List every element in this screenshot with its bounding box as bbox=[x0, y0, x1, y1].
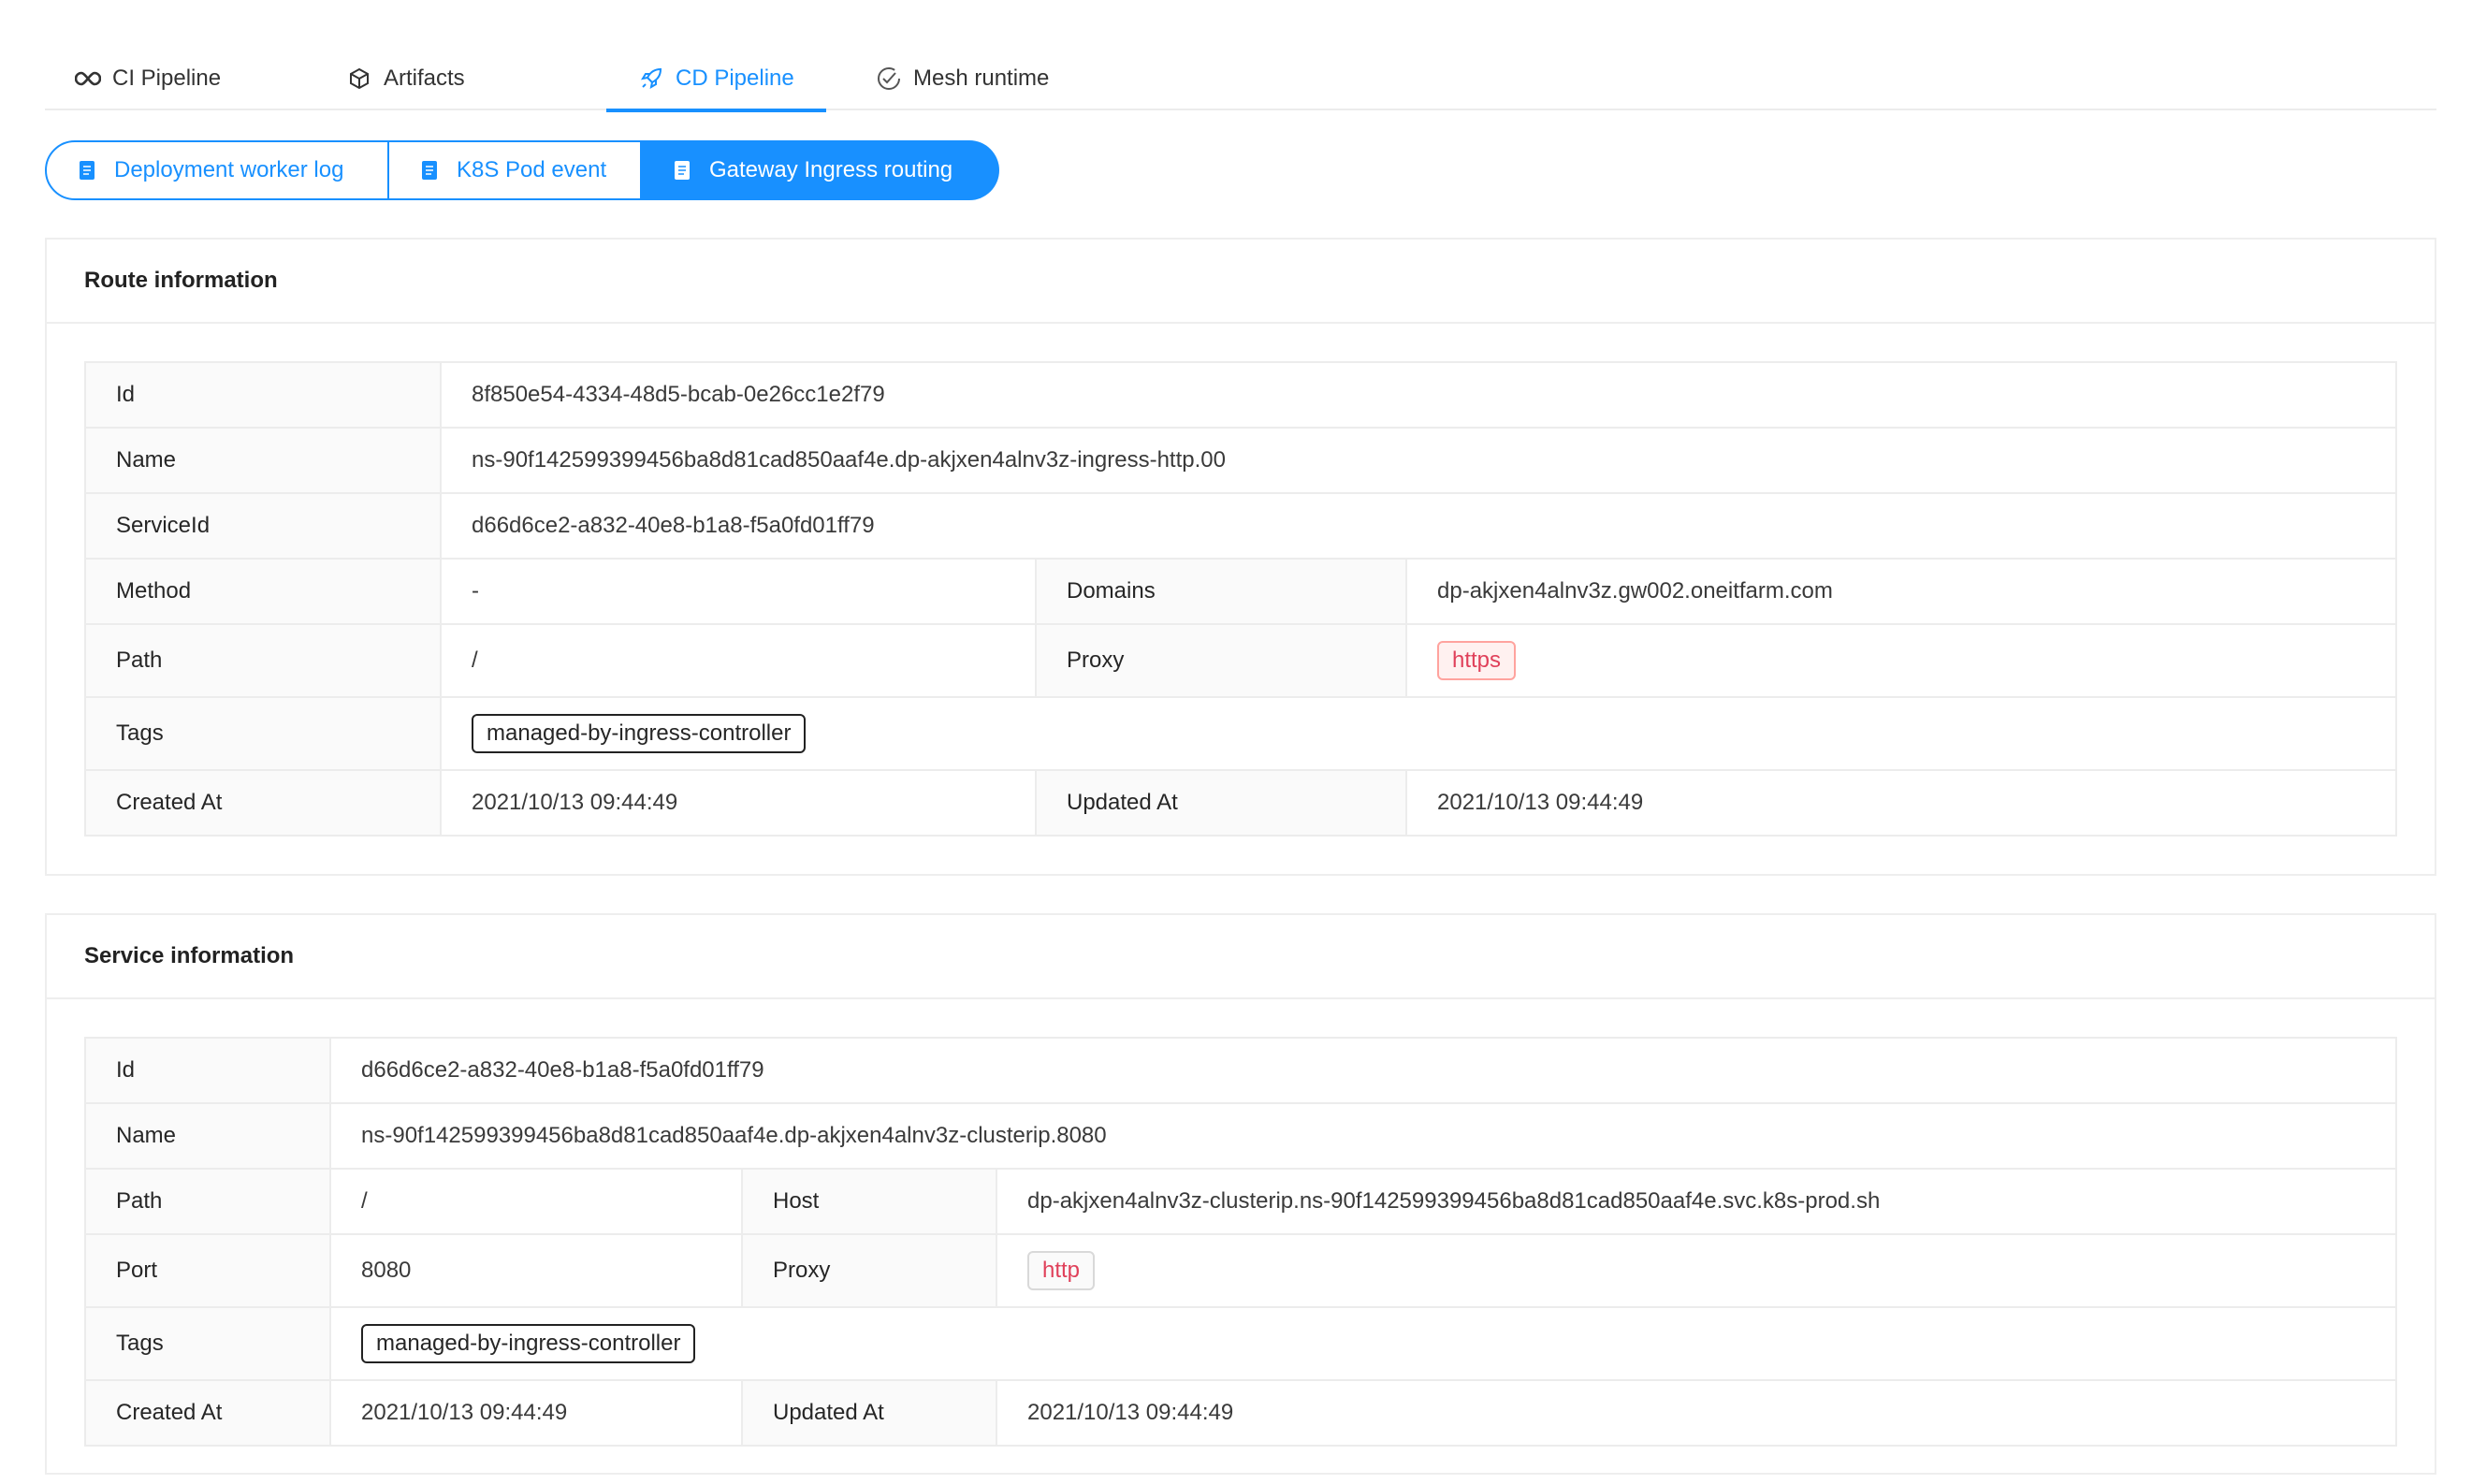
segment-label: K8S Pod event bbox=[457, 157, 607, 182]
table-row: Created At 2021/10/13 09:44:49 Updated A… bbox=[84, 1379, 2397, 1447]
tag-badge: managed-by-ingress-controller bbox=[361, 1324, 696, 1363]
created-at-label: Created At bbox=[84, 1379, 331, 1447]
cube-icon bbox=[346, 65, 372, 92]
rocket-icon bbox=[638, 65, 664, 92]
proxy-tag: https bbox=[1437, 641, 1517, 680]
table-row: Id d66d6ce2-a832-40e8-b1a8-f5a0fd01ff79 bbox=[84, 1037, 2397, 1104]
path-label: Path bbox=[84, 623, 442, 698]
service-updated-value: 2021/10/13 09:44:49 bbox=[996, 1379, 2397, 1447]
proxy-label: Proxy bbox=[1035, 623, 1407, 698]
id-label: Id bbox=[84, 1037, 331, 1104]
gateway-ingress-routing-button[interactable]: Gateway Ingress routing bbox=[642, 140, 999, 200]
table-row: Created At 2021/10/13 09:44:49 Updated A… bbox=[84, 769, 2397, 837]
tab-label: CI Pipeline bbox=[112, 65, 222, 91]
table-row: Tags managed-by-ingress-controller bbox=[84, 1306, 2397, 1381]
tab-label: Mesh runtime bbox=[913, 65, 1050, 91]
service-id-label: ServiceId bbox=[84, 492, 442, 560]
pipeline-tabs: CI Pipeline Artifacts CD Pipeline Mesh r… bbox=[45, 47, 2436, 112]
table-row: Name ns-90f142599399456ba8d81cad850aaf4e… bbox=[84, 1102, 2397, 1170]
service-proxy-cell: http bbox=[996, 1233, 2397, 1308]
service-path-value: / bbox=[329, 1168, 743, 1235]
route-proxy-cell: https bbox=[1405, 623, 2397, 698]
proxy-label: Proxy bbox=[741, 1233, 997, 1308]
route-information-card: Route information Id 8f850e54-4334-48d5-… bbox=[45, 238, 2436, 876]
tab-label: Artifacts bbox=[384, 65, 465, 91]
service-host-value: dp-akjxen4alnv3z-clusterip.ns-90f1425993… bbox=[996, 1168, 2397, 1235]
segment-label: Deployment worker log bbox=[114, 157, 344, 182]
updated-at-label: Updated At bbox=[1035, 769, 1407, 837]
service-information-card: Service information Id d66d6ce2-a832-40e… bbox=[45, 913, 2436, 1475]
tab-artifacts[interactable]: Artifacts bbox=[346, 47, 465, 110]
route-details-table: Id 8f850e54-4334-48d5-bcab-0e26cc1e2f79 … bbox=[84, 361, 2397, 837]
k8s-pod-event-button[interactable]: K8S Pod event bbox=[389, 140, 642, 200]
path-label: Path bbox=[84, 1168, 331, 1235]
table-row: Tags managed-by-ingress-controller bbox=[84, 696, 2397, 771]
tab-mesh-runtime[interactable]: Mesh runtime bbox=[876, 47, 1049, 110]
tag-badge: managed-by-ingress-controller bbox=[472, 714, 807, 753]
service-created-value: 2021/10/13 09:44:49 bbox=[329, 1379, 743, 1447]
table-row: Port 8080 Proxy http bbox=[84, 1233, 2397, 1308]
route-path-value: / bbox=[440, 623, 1037, 698]
service-port-value: 8080 bbox=[329, 1233, 743, 1308]
service-name-value: ns-90f142599399456ba8d81cad850aaf4e.dp-a… bbox=[329, 1102, 2397, 1170]
id-label: Id bbox=[84, 361, 442, 429]
domains-label: Domains bbox=[1035, 558, 1407, 625]
route-id-value: 8f850e54-4334-48d5-bcab-0e26cc1e2f79 bbox=[440, 361, 2397, 429]
table-row: Method - Domains dp-akjxen4alnv3z.gw002.… bbox=[84, 558, 2397, 625]
log-type-switch: Deployment worker log K8S Pod event Gate… bbox=[45, 140, 999, 200]
route-created-value: 2021/10/13 09:44:49 bbox=[440, 769, 1037, 837]
tab-cd-pipeline[interactable]: CD Pipeline bbox=[606, 47, 826, 112]
host-label: Host bbox=[741, 1168, 997, 1235]
table-row: Name ns-90f142599399456ba8d81cad850aaf4e… bbox=[84, 427, 2397, 494]
updated-at-label: Updated At bbox=[741, 1379, 997, 1447]
route-service-id-value: d66d6ce2-a832-40e8-b1a8-f5a0fd01ff79 bbox=[440, 492, 2397, 560]
port-label: Port bbox=[84, 1233, 331, 1308]
name-label: Name bbox=[84, 427, 442, 494]
service-details-table: Id d66d6ce2-a832-40e8-b1a8-f5a0fd01ff79 … bbox=[84, 1037, 2397, 1447]
table-row: ServiceId d66d6ce2-a832-40e8-b1a8-f5a0fd… bbox=[84, 492, 2397, 560]
service-id-value: d66d6ce2-a832-40e8-b1a8-f5a0fd01ff79 bbox=[329, 1037, 2397, 1104]
tags-label: Tags bbox=[84, 1306, 331, 1381]
tab-ci-pipeline[interactable]: CI Pipeline bbox=[75, 47, 221, 110]
tags-label: Tags bbox=[84, 696, 442, 771]
route-tags-cell: managed-by-ingress-controller bbox=[440, 696, 2397, 771]
method-label: Method bbox=[84, 558, 442, 625]
document-icon bbox=[674, 160, 691, 181]
route-name-value: ns-90f142599399456ba8d81cad850aaf4e.dp-a… bbox=[440, 427, 2397, 494]
created-at-label: Created At bbox=[84, 769, 442, 837]
document-icon bbox=[79, 160, 95, 181]
card-title: Service information bbox=[47, 915, 2435, 999]
segment-label: Gateway Ingress routing bbox=[709, 157, 953, 182]
route-method-value: - bbox=[440, 558, 1037, 625]
check-circle-icon bbox=[876, 65, 902, 92]
route-domains-value: dp-akjxen4alnv3z.gw002.oneitfarm.com bbox=[1405, 558, 2397, 625]
table-row: Path / Host dp-akjxen4alnv3z-clusterip.n… bbox=[84, 1168, 2397, 1235]
table-row: Path / Proxy https bbox=[84, 623, 2397, 698]
name-label: Name bbox=[84, 1102, 331, 1170]
card-title: Route information bbox=[47, 240, 2435, 324]
proxy-tag: http bbox=[1027, 1251, 1096, 1290]
tab-label: CD Pipeline bbox=[676, 65, 794, 91]
route-updated-value: 2021/10/13 09:44:49 bbox=[1405, 769, 2397, 837]
deployment-worker-log-button[interactable]: Deployment worker log bbox=[45, 140, 389, 200]
service-tags-cell: managed-by-ingress-controller bbox=[329, 1306, 2397, 1381]
table-row: Id 8f850e54-4334-48d5-bcab-0e26cc1e2f79 bbox=[84, 361, 2397, 429]
document-icon bbox=[421, 160, 438, 181]
infinity-icon bbox=[75, 65, 101, 92]
